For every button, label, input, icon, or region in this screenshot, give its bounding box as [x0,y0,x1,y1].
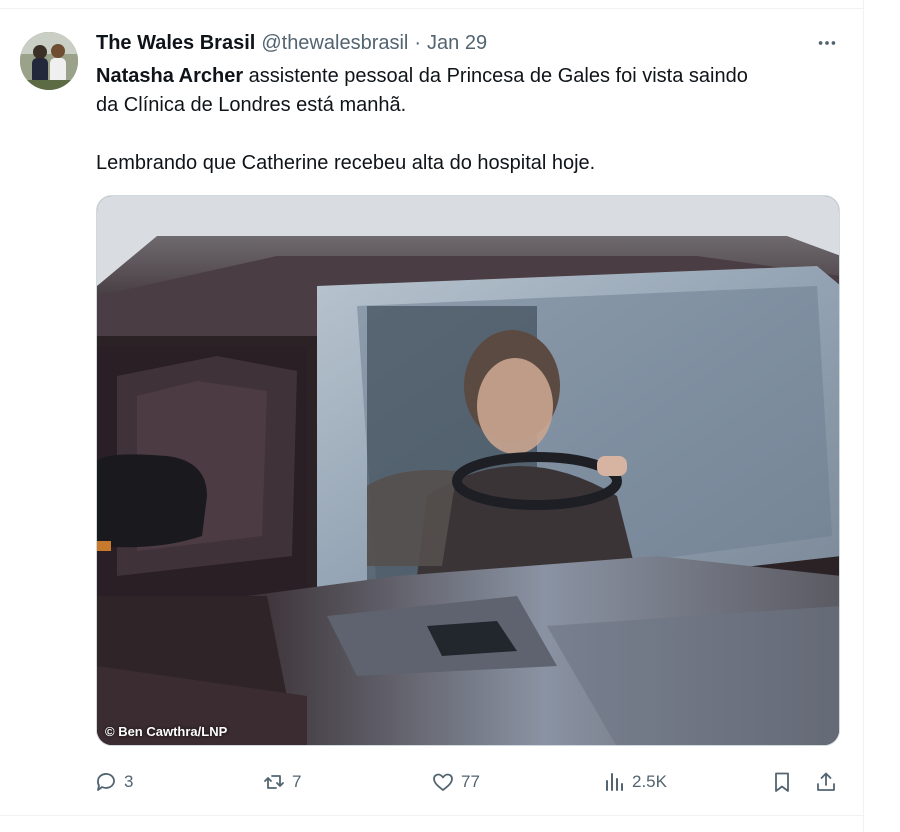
views-icon [606,773,623,791]
repost-count: 7 [292,772,302,791]
author-name[interactable]: The Wales Brasil [96,32,255,55]
action-bar: 3 7 77 2.5K [0,765,900,799]
tweet-header: The Wales Brasil @thewalesbrasil · Jan 2… [96,30,487,56]
top-divider [0,8,864,9]
tweet-text-line-2: da Clínica de Londres está manhã. [96,94,407,116]
repost-icon [264,775,284,789]
tweet-date[interactable]: Jan 29 [427,32,487,55]
tweet-text-line-1-rest: assistente pessoal da Princesa de Gales … [243,65,748,87]
like-count: 77 [461,772,480,791]
bookmark-button[interactable] [770,765,794,799]
more-icon [818,41,836,45]
share-button[interactable] [814,765,838,799]
avatar[interactable] [20,32,78,90]
tweet-text-line-1: Natasha Archer assistente pessoal da Pri… [96,62,856,91]
repost-button[interactable]: 7 [262,765,301,799]
photo-credit: © Ben Cawthra/LNP [105,724,228,739]
like-icon [433,773,453,791]
mentioned-name: Natasha Archer [96,65,244,87]
author-handle[interactable]: @thewalesbrasil [261,32,408,55]
share-icon [817,772,835,791]
tweet-text: Natasha Archer assistente pessoal da Pri… [96,62,856,178]
reply-button[interactable]: 3 [94,765,133,799]
more-button[interactable] [812,30,842,56]
views-count: 2.5K [632,772,667,791]
car-photo [97,196,839,745]
tweet-photo[interactable]: © Ben Cawthra/LNP [96,195,840,746]
separator: · [414,31,422,54]
bottom-divider [0,815,864,816]
like-button[interactable]: 77 [431,765,480,799]
views-button[interactable]: 2.5K [602,765,667,799]
timeline-border [863,0,864,832]
avatar-image [20,32,78,90]
reply-icon [97,773,115,791]
reply-count: 3 [124,772,134,791]
tweet-text-line-3: Lembrando que Catherine recebeu alta do … [96,152,596,174]
bookmark-icon [775,772,789,792]
